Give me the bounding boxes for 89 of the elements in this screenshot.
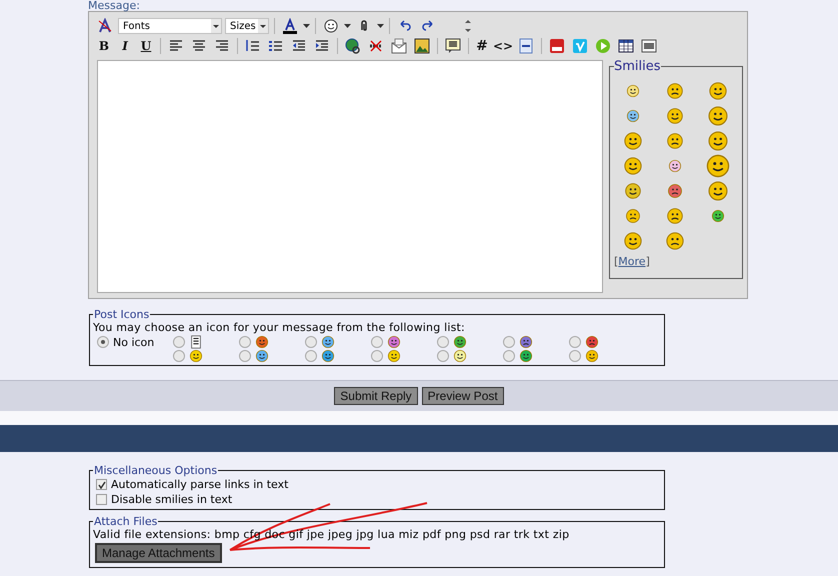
italic-button[interactable]: I (116, 37, 134, 55)
smiley-icon[interactable] (707, 104, 729, 126)
emoticon-icon (585, 349, 599, 363)
smiley-icon[interactable] (708, 80, 728, 100)
checkbox[interactable] (96, 494, 107, 505)
emoticon-icon (255, 349, 269, 363)
table-icon[interactable] (618, 38, 634, 54)
smiley-icon[interactable] (623, 156, 643, 176)
clear-format-icon[interactable] (97, 18, 113, 34)
underline-button[interactable]: U (137, 37, 155, 55)
radio-button[interactable] (371, 336, 383, 348)
no-icon-label: No icon (113, 336, 154, 348)
smiley-icon[interactable] (626, 108, 640, 122)
smiley-icon[interactable] (625, 208, 641, 224)
radio-button[interactable] (305, 336, 317, 348)
caret-icon (213, 24, 219, 28)
emoticon-icon (189, 349, 203, 363)
caret-icon (260, 24, 266, 28)
emoticon-icon (387, 349, 401, 363)
bullet-list-icon[interactable] (268, 38, 284, 54)
checkbox[interactable] (96, 479, 107, 490)
code-button[interactable]: <> (493, 37, 513, 55)
post-icons-title: Post Icons (93, 308, 150, 321)
radio-button[interactable] (173, 350, 185, 362)
quote-icon[interactable] (445, 38, 461, 54)
misc-options-title: Miscellaneous Options (93, 464, 218, 477)
font-select[interactable]: Fonts (118, 18, 222, 34)
radio-button[interactable] (437, 336, 449, 348)
smiley-icon[interactable] (666, 82, 684, 100)
smiley-icon[interactable] (707, 180, 729, 202)
globe-link-icon[interactable] (345, 38, 361, 54)
more-smilies-link[interactable]: More (618, 255, 646, 268)
smiley-icon[interactable] (623, 130, 643, 150)
numbered-list-icon[interactable] (245, 38, 261, 54)
image-icon[interactable] (414, 38, 430, 54)
caret-icon[interactable] (344, 24, 351, 28)
smiley-icon[interactable] (323, 18, 339, 34)
emoticon-icon (387, 335, 401, 349)
smiley-icon[interactable] (666, 132, 684, 150)
option-label: Disable smilies in text (111, 493, 232, 506)
emoticon-icon (585, 335, 599, 349)
radio-button[interactable] (503, 350, 515, 362)
manage-attachments-button[interactable]: Manage Attachments (95, 543, 222, 563)
document-icon (189, 335, 203, 349)
radio-button[interactable] (371, 350, 383, 362)
emoticon-icon (453, 335, 467, 349)
radio-button[interactable] (97, 336, 109, 348)
envelope-icon[interactable] (391, 38, 407, 54)
smiley-icon[interactable] (626, 84, 640, 98)
caret-icon[interactable] (303, 24, 310, 28)
caret-icon[interactable] (377, 24, 384, 28)
smiley-icon[interactable] (667, 182, 683, 198)
smiley-icon[interactable] (665, 230, 685, 250)
radio-button[interactable] (173, 336, 185, 348)
emoticon-icon (519, 349, 533, 363)
smiley-icon[interactable] (624, 182, 642, 200)
option-label: Automatically parse links in text (111, 478, 288, 491)
post-icons-prompt: You may choose an icon for your message from the following list: (93, 321, 466, 334)
radio-button[interactable] (569, 350, 581, 362)
smiley-icon[interactable] (705, 152, 731, 178)
emoticon-icon (255, 335, 269, 349)
radio-button[interactable] (437, 350, 449, 362)
smilies-title: Smilies (614, 59, 661, 74)
radio-button[interactable] (239, 350, 251, 362)
more-smilies-link-text: [More] (614, 255, 651, 268)
message-input-field[interactable] (97, 60, 603, 293)
preview-post-button[interactable]: Preview Post (422, 387, 504, 405)
emoticon-icon (519, 335, 533, 349)
font-color-icon[interactable] (282, 18, 298, 34)
bold-button[interactable]: B (95, 37, 113, 55)
smiley-icon[interactable] (623, 230, 643, 250)
radio-button[interactable] (503, 336, 515, 348)
emoticon-icon (321, 335, 335, 349)
hash-button[interactable]: # (474, 37, 490, 55)
unlink-icon[interactable] (368, 38, 384, 54)
emoticon-icon (453, 349, 467, 363)
smiley-icon[interactable] (666, 206, 684, 224)
smiley-icon[interactable] (666, 106, 684, 124)
smiley-icon[interactable] (707, 130, 729, 152)
attach-files-title: Attach Files (93, 515, 158, 528)
submit-reply-button[interactable]: Submit Reply (334, 387, 418, 405)
radio-button[interactable] (239, 336, 251, 348)
radio-button[interactable] (305, 350, 317, 362)
smiley-icon[interactable] (668, 158, 682, 172)
smiley-icon[interactable] (711, 208, 725, 222)
emoticon-icon (321, 349, 335, 363)
size-select[interactable]: Sizes (225, 18, 269, 34)
message-label: Message: (88, 0, 141, 11)
radio-button[interactable] (569, 336, 581, 348)
